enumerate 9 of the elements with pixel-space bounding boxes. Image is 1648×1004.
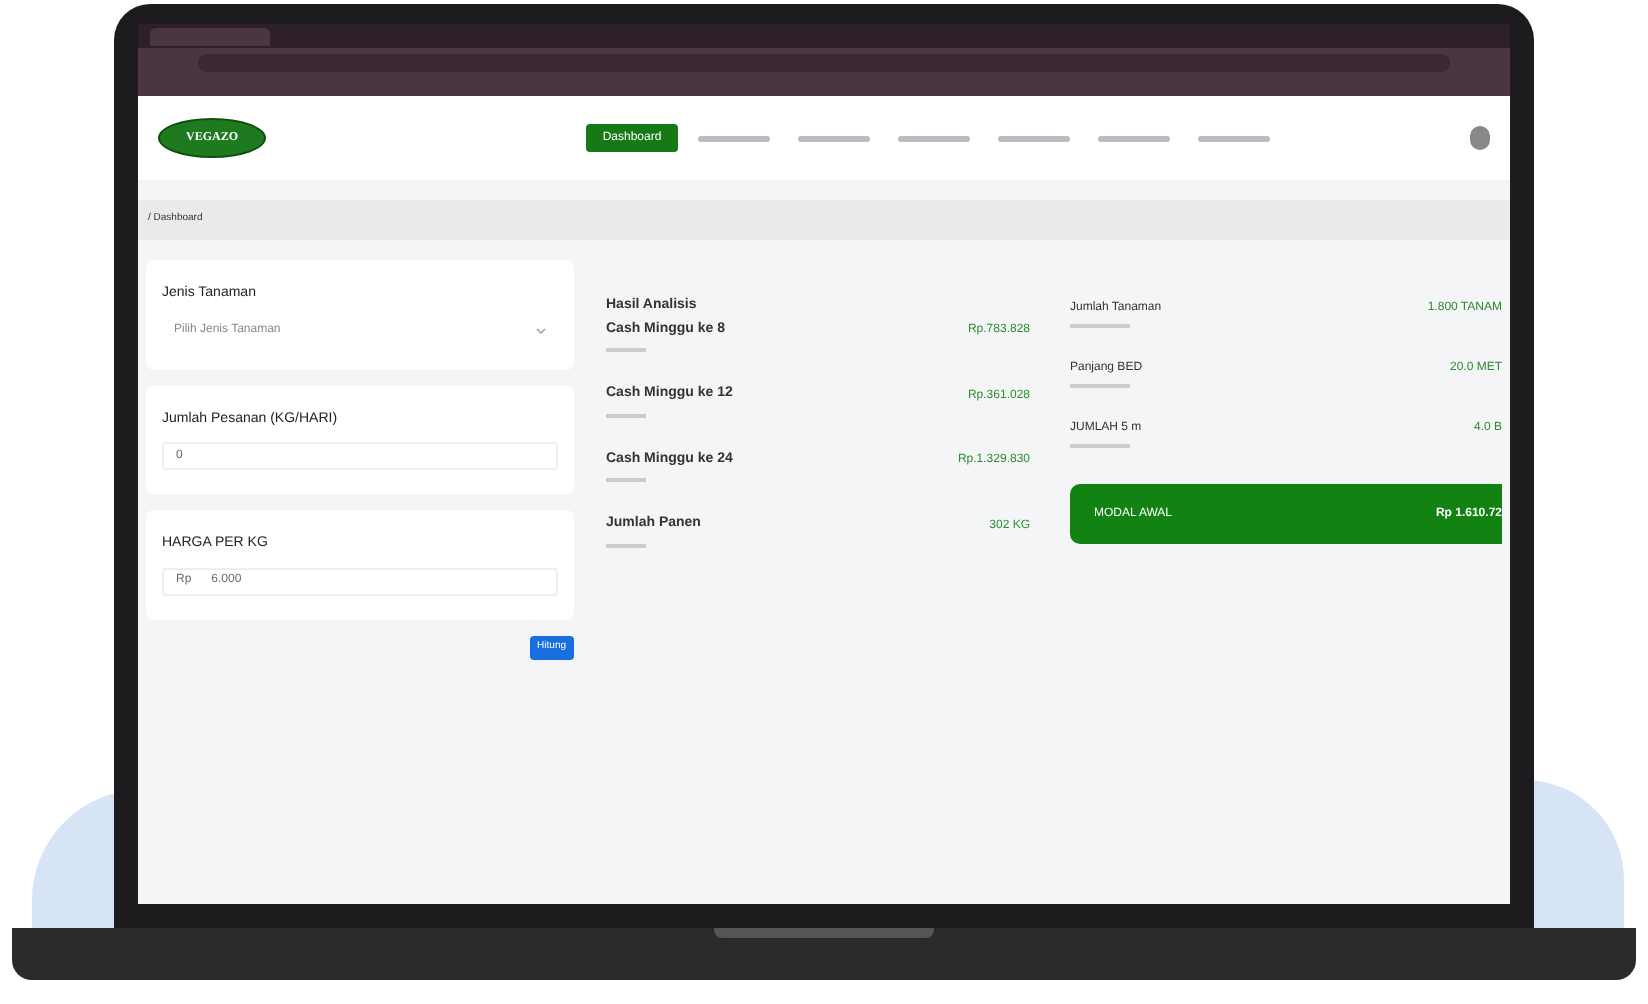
browser-tab[interactable] (150, 27, 270, 45)
nav-item-skeleton[interactable] (997, 135, 1070, 141)
avatar-icon[interactable] (1470, 126, 1490, 150)
nav-item-skeleton[interactable] (1197, 135, 1270, 141)
nav-item-skeleton[interactable] (797, 135, 870, 141)
nav-item-skeleton[interactable] (697, 135, 770, 141)
chevron-icon (536, 328, 546, 334)
nav-item-skeleton[interactable] (897, 135, 970, 141)
nav-item-skeleton[interactable] (1097, 135, 1170, 141)
